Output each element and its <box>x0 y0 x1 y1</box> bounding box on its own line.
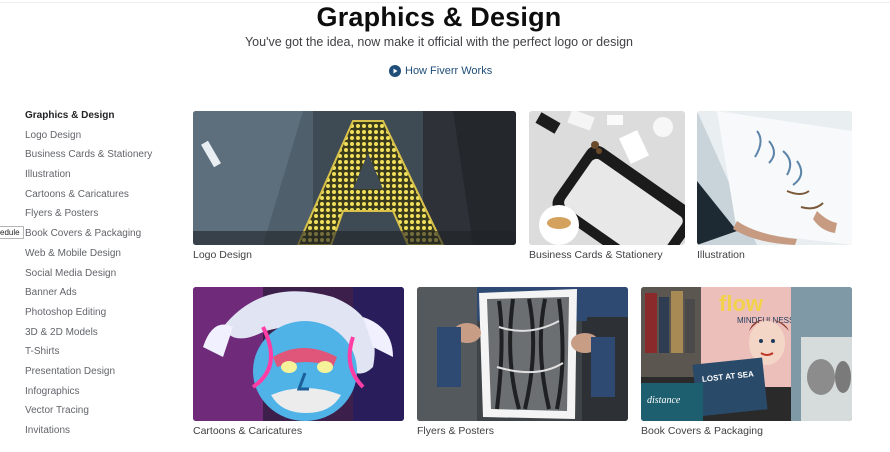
play-icon <box>389 65 401 77</box>
sidebar-item-business-cards[interactable]: Business Cards & Stationery <box>25 147 185 167</box>
business-cards-image <box>529 111 685 245</box>
tile-caption: Book Covers & Packaging <box>641 425 763 437</box>
tile-caption: Cartoons & Caricatures <box>193 425 303 437</box>
cartoons-image <box>193 287 404 421</box>
logo-design-image <box>193 111 516 245</box>
category-sidebar: Graphics & Design Logo Design Business C… <box>25 108 185 443</box>
sidebar-item-web-mobile[interactable]: Web & Mobile Design <box>25 246 185 266</box>
sidebar-item-social-media[interactable]: Social Media Design <box>25 266 185 286</box>
how-fiverr-works-label: How Fiverr Works <box>405 65 493 77</box>
sidebar-item-t-shirts[interactable]: T-Shirts <box>25 344 185 364</box>
flyers-posters-image <box>417 287 628 421</box>
tile-book-covers[interactable]: flow MINDFULNESS LOST AT SEA distance Bo… <box>641 287 852 439</box>
tile-flyers-posters[interactable]: Flyers & Posters <box>417 287 628 439</box>
sidebar-item-banner-ads[interactable]: Banner Ads <box>25 285 185 305</box>
tile-caption: Illustration <box>697 249 745 261</box>
sidebar-item-logo-design[interactable]: Logo Design <box>25 128 185 148</box>
how-fiverr-works-link[interactable]: How Fiverr Works <box>389 63 492 79</box>
sidebar-item-flyers-posters[interactable]: Flyers & Posters <box>25 206 185 226</box>
tile-caption: Business Cards & Stationery <box>529 249 663 261</box>
sidebar-item-vector-tracing[interactable]: Vector Tracing <box>25 403 185 423</box>
tile-caption: Flyers & Posters <box>417 425 495 437</box>
book-covers-image: flow MINDFULNESS LOST AT SEA distance <box>641 287 852 421</box>
page-title: Graphics & Design <box>316 2 562 32</box>
sidebar-item-presentation[interactable]: Presentation Design <box>25 364 185 384</box>
sidebar-item-illustration[interactable]: Illustration <box>25 167 185 187</box>
page-subtitle: You've got the idea, now make it officia… <box>244 35 634 49</box>
distance-book-text: distance <box>647 395 681 406</box>
sidebar-item-cartoons[interactable]: Cartoons & Caricatures <box>25 187 185 207</box>
sidebar-item-graphics-design[interactable]: Graphics & Design <box>25 108 185 128</box>
sidebar-item-3d-2d-models[interactable]: 3D & 2D Models <box>25 325 185 345</box>
flow-cover-text: flow <box>719 291 764 316</box>
sidebar-item-infographics[interactable]: Infographics <box>25 384 185 404</box>
tile-cartoons[interactable]: Cartoons & Caricatures <box>193 287 404 439</box>
sidebar-item-book-covers[interactable]: Book Covers & Packaging <box>25 226 185 246</box>
tile-illustration[interactable]: Illustration <box>697 111 852 261</box>
tile-caption: Logo Design <box>193 249 252 261</box>
partial-tooltip: edule <box>0 226 24 239</box>
sidebar-item-photoshop[interactable]: Photoshop Editing <box>25 305 185 325</box>
illustration-image <box>697 111 852 245</box>
sidebar-item-invitations[interactable]: Invitations <box>25 423 185 443</box>
tile-logo-design[interactable]: Logo Design <box>193 111 516 261</box>
tile-business-cards[interactable]: Business Cards & Stationery <box>529 111 685 261</box>
